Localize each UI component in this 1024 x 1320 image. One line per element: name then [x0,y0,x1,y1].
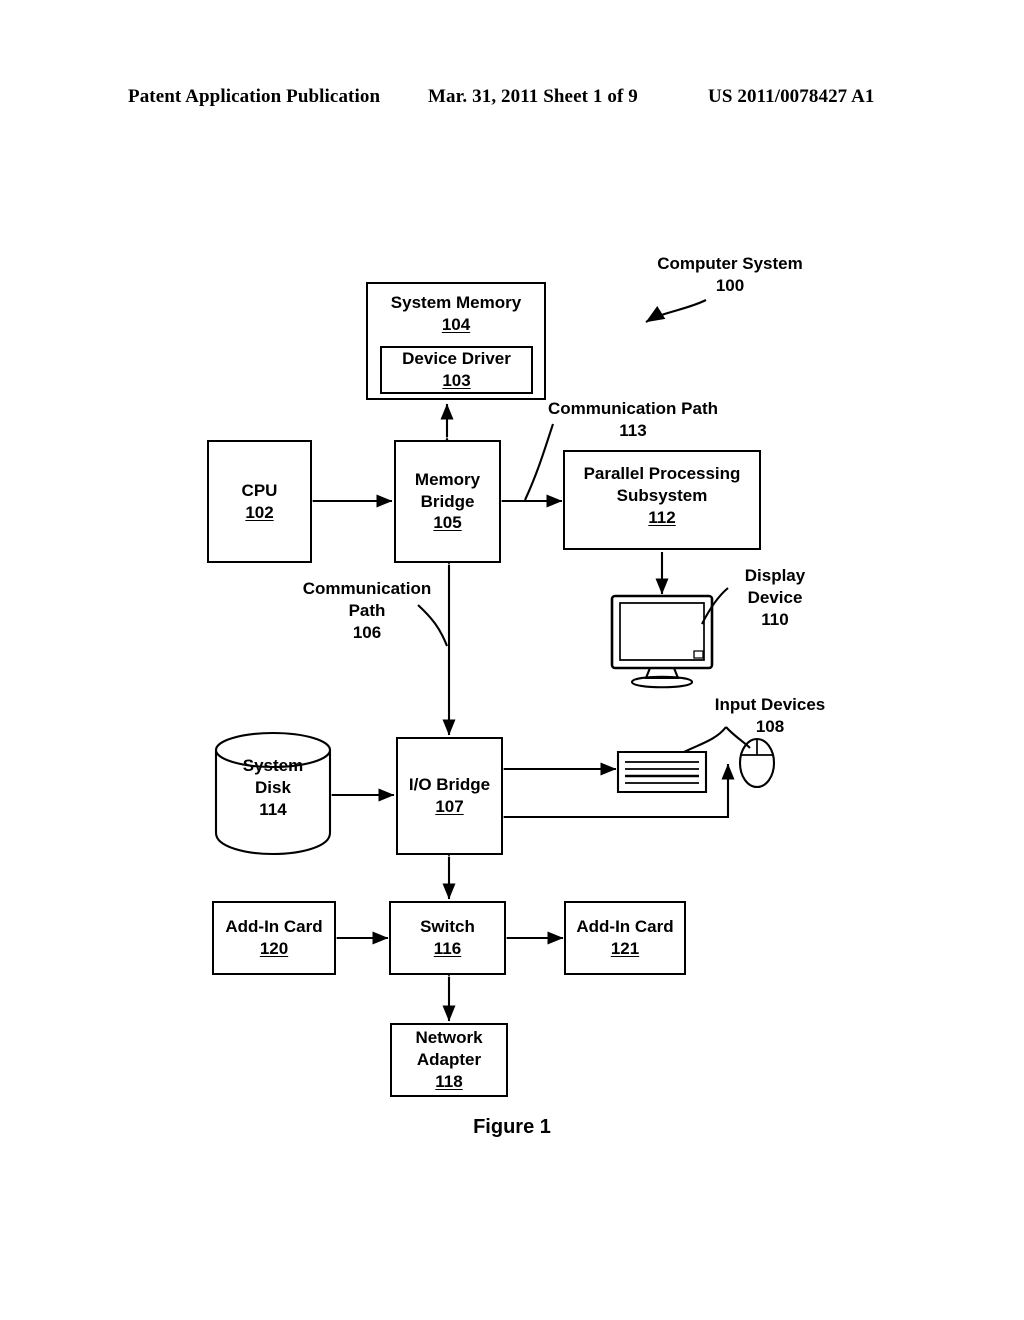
pps-label-line2: Subsystem [616,485,708,505]
monitor-indicator [694,651,703,658]
mouse-body [740,739,774,787]
box-add-in-card-121[interactable]: Add-In Card 121 [564,901,686,975]
box-switch[interactable]: Switch 116 [389,901,506,975]
display-device-callout: Display Device 110 [720,565,830,631]
display-device-line1: Display [744,566,806,585]
add-in-card-121-label: Add-In Card [576,917,674,937]
monitor-base [632,677,692,688]
comm-path-113-line1: Communication Path [547,399,718,418]
add-in-card-120-label: Add-In Card [225,917,323,937]
box-cpu[interactable]: CPU 102 [207,440,312,563]
add-in-card-120-ref: 120 [259,939,289,958]
comm-path-106-ref: 106 [352,623,382,643]
input-devices-callout: Input Devices 108 [690,694,850,738]
device-driver-ref: 103 [442,371,471,390]
network-adapter-label-line1: Network [415,1028,483,1048]
device-driver-label: Device Driver [402,349,511,369]
comm-path-113-ref: 113 [619,421,647,441]
comm-path-106-callout: Communication Path 106 [272,578,462,644]
keyboard-body [618,752,706,792]
pps-ref: 112 [648,507,676,527]
switch-label: Switch [420,917,475,937]
publication-header: Patent Application Publication Mar. 31, … [0,86,1024,112]
connector-io-bridge-to-mouse [488,763,735,824]
system-disk-label-line1: System [242,756,304,775]
computer-system-ref: 100 [715,276,745,296]
input-devices-ref: 108 [755,717,785,737]
memory-bridge-ref: 105 [433,513,462,533]
box-io-bridge[interactable]: I/O Bridge 107 [396,737,503,855]
io-bridge-label: I/O Bridge [408,775,491,795]
box-system-disk[interactable]: System Disk 114 [216,755,330,821]
add-in-card-121-ref: 121 [610,939,640,958]
figure-caption: Figure 1 [473,1116,551,1138]
display-device-ref: 110 [761,610,789,630]
publication-type: Patent Application Publication [128,86,381,107]
box-parallel-processing-subsystem[interactable]: Parallel Processing Subsystem 112 [563,450,761,550]
network-adapter-ref: 118 [435,1071,463,1091]
cpu-ref: 102 [245,502,274,522]
network-adapter-label-line2: Adapter [416,1050,482,1070]
monitor-screen [620,603,704,660]
leader-computer-system [646,300,706,322]
box-add-in-card-120[interactable]: Add-In Card 120 [212,901,336,975]
input-devices-line1: Input Devices [714,695,826,714]
pps-label-line1: Parallel Processing [583,464,741,483]
cpu-label: CPU [241,480,278,500]
publication-date-sheet: Mar. 31, 2011 Sheet 1 of 9 [428,86,638,107]
computer-system-callout: Computer System 100 [656,253,804,297]
memory-bridge-label-line2: Bridge [420,491,475,511]
switch-ref: 116 [433,939,462,958]
display-device-line2: Device [747,588,803,608]
comm-path-106-line2: Path [348,601,386,621]
monitor-bezel [612,596,712,668]
system-memory-label: System Memory [390,293,522,312]
publication-number: US 2011/0078427 A1 [708,86,875,107]
monitor-neck [646,668,678,678]
box-device-driver[interactable]: Device Driver 103 [380,346,533,394]
computer-system-label-line1: Computer System [657,254,803,273]
comm-path-106-line1: Communication [302,579,432,598]
box-memory-bridge[interactable]: Memory Bridge 105 [394,440,501,563]
system-memory-ref: 104 [441,314,471,334]
system-disk-label-line2: Disk [255,778,291,798]
memory-bridge-label-line1: Memory [414,469,481,489]
system-disk-ref: 114 [259,800,287,820]
comm-path-113-callout: Communication Path 113 [518,398,748,442]
patent-figure-page: Patent Application Publication Mar. 31, … [0,0,1024,1320]
io-bridge-ref: 107 [435,797,464,816]
box-network-adapter[interactable]: Network Adapter 118 [390,1023,508,1097]
